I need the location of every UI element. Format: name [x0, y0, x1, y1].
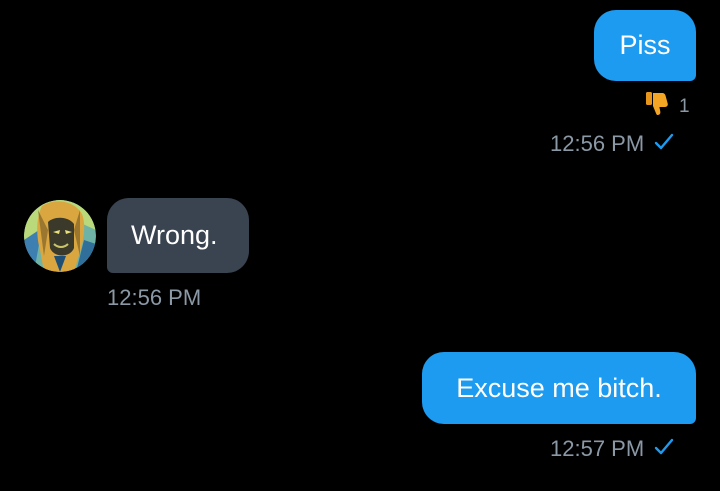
message-text: Excuse me bitch.	[456, 372, 662, 403]
message-bubble-outgoing[interactable]: Excuse me bitch.	[422, 352, 696, 424]
avatar-image	[24, 200, 96, 272]
checkmark-icon	[654, 436, 674, 462]
chat-thread: Piss 1 12:56 PM Wrong. 12:56 PM Excuse m…	[0, 0, 720, 491]
message-meta: 12:56 PM	[107, 285, 201, 311]
message-reaction[interactable]: 1	[645, 91, 690, 123]
message-text: Wrong.	[131, 220, 218, 250]
message-meta: 12:57 PM	[550, 436, 674, 462]
message-meta: 12:56 PM	[550, 131, 674, 157]
message-timestamp: 12:57 PM	[550, 436, 645, 461]
checkmark-icon	[654, 131, 674, 157]
message-bubble-outgoing[interactable]: Piss	[594, 10, 696, 81]
reaction-count: 1	[679, 96, 690, 117]
message-bubble-incoming[interactable]: Wrong.	[107, 198, 249, 273]
message-timestamp: 12:56 PM	[550, 131, 645, 156]
message-text: Piss	[619, 30, 671, 60]
message-timestamp: 12:56 PM	[107, 285, 202, 310]
thumbs-down-icon	[645, 91, 669, 123]
avatar[interactable]	[24, 200, 96, 272]
